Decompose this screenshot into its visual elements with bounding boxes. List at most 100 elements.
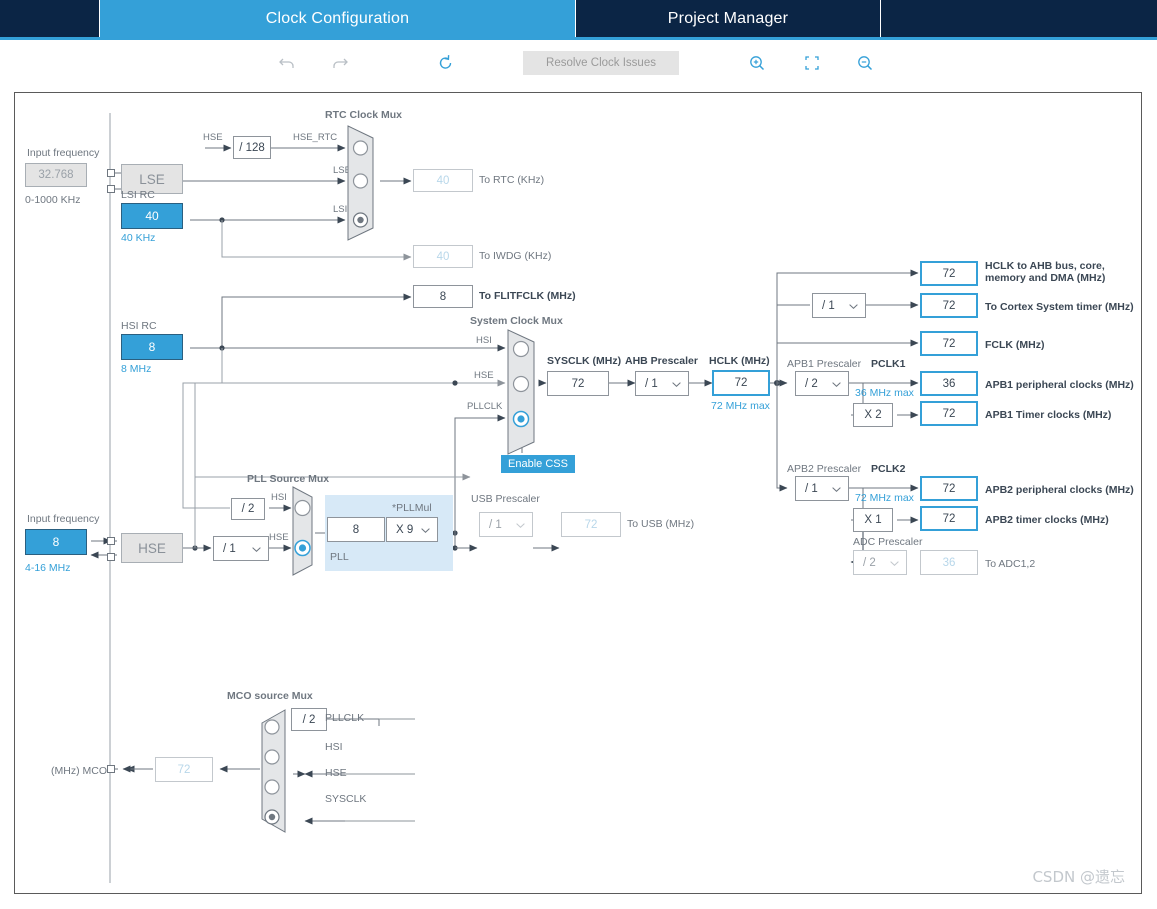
mco-hse-label: HSE <box>325 767 347 779</box>
pll-source-mux-title: PLL Source Mux <box>247 473 330 485</box>
pllmul-select[interactable]: X 9 <box>386 517 438 542</box>
ahb-prescaler-label: AHB Prescaler <box>625 355 698 367</box>
mco-label: (MHz) MCO <box>51 765 107 777</box>
apb1-peripheral-value: 36 <box>920 371 978 396</box>
apb2-peripheral-value: 72 <box>920 476 978 501</box>
hclk-value: 72 <box>712 370 770 396</box>
chevron-down-icon <box>672 381 681 387</box>
hse-input-frequency-label: Input frequency <box>27 513 100 525</box>
to-rtc-label: To RTC (KHz) <box>479 174 545 186</box>
mco-pll-divider: / 2 <box>291 708 327 731</box>
ahb-prescaler-value: / 1 <box>645 377 658 390</box>
sysclk-value: 72 <box>547 371 609 396</box>
sysmux-hsi-label: HSI <box>476 335 492 346</box>
apb2-prescaler-value: / 1 <box>805 482 818 495</box>
pll-input-value: 8 <box>327 517 385 542</box>
zoom-in-icon[interactable] <box>748 54 766 72</box>
lsi-rc-title: LSI RC <box>121 189 155 201</box>
hse-pin-out <box>107 553 115 561</box>
tab-spacer-left <box>0 0 100 37</box>
adc-prescaler-value: / 2 <box>863 556 876 569</box>
chevron-down-icon <box>832 486 841 492</box>
lse-input-frequency-label: Input frequency <box>27 147 100 159</box>
hse-input-frequency-field[interactable]: 8 <box>25 529 87 555</box>
hclk-label: HCLK (MHz) <box>709 355 770 367</box>
lsi-wire-label: LSI <box>333 204 348 215</box>
apb2-timer-multiplier: X 1 <box>853 508 893 532</box>
apb1-prescaler-select[interactable]: / 2 <box>795 371 849 396</box>
mco-source-mux[interactable] <box>258 709 286 833</box>
fit-screen-icon[interactable] <box>803 54 821 72</box>
pclk2-label: PCLK2 <box>871 463 906 475</box>
chevron-down-icon <box>252 546 261 552</box>
lsi-rc-value[interactable]: 40 <box>121 203 183 229</box>
pll-source-mux[interactable] <box>292 486 318 576</box>
apb1-prescaler-label: APB1 Prescaler <box>787 358 862 370</box>
to-usb-value: 72 <box>561 512 621 537</box>
undo-icon[interactable] <box>278 54 296 72</box>
hse-rtc-divider[interactable]: / 128 <box>233 136 271 159</box>
hse-prescaler-value: / 1 <box>223 542 236 555</box>
clock-configuration-screen: Clock Configuration Project Manager Reso… <box>0 0 1157 909</box>
lse-input-frequency-field[interactable]: 32.768 <box>25 163 87 187</box>
hsi-rc-title: HSI RC <box>121 320 157 332</box>
cortex-timer-value: 72 <box>920 293 978 318</box>
mco-source-mux-title: MCO source Mux <box>227 690 313 702</box>
pll-hsi-divider: / 2 <box>231 498 265 520</box>
hse-oscillator[interactable]: HSE <box>121 533 183 563</box>
system-clock-mux[interactable] <box>507 329 543 455</box>
main-tabbar: Clock Configuration Project Manager <box>0 0 1157 37</box>
pll-block-label: PLL <box>330 551 349 563</box>
to-flitfclk-value: 8 <box>413 285 473 308</box>
hse-rtc-wire-label: HSE_RTC <box>293 132 338 143</box>
apb2-peripheral-label: APB2 peripheral clocks (MHz) <box>985 484 1134 496</box>
system-clock-mux-title: System Clock Mux <box>470 315 563 327</box>
pclk1-max-label: 36 MHz max <box>855 387 914 399</box>
mco-hsi-label: HSI <box>325 741 343 753</box>
ahb-prescaler-select[interactable]: / 1 <box>635 371 689 396</box>
resolve-clock-issues-button[interactable]: Resolve Clock Issues <box>523 50 679 75</box>
tab-project-manager[interactable]: Project Manager <box>576 0 881 37</box>
adc-prescaler-select[interactable]: / 2 <box>853 550 907 575</box>
mco-sysclk-label: SYSCLK <box>325 793 367 805</box>
apb2-prescaler-label: APB2 Prescaler <box>787 463 862 475</box>
chevron-down-icon <box>849 303 858 309</box>
to-adc-value: 36 <box>920 550 978 575</box>
apb2-timer-label: APB2 timer clocks (MHz) <box>985 514 1109 526</box>
pllmul-label: *PLLMul <box>392 502 432 514</box>
hse-range-label: 4-16 MHz <box>25 562 71 574</box>
rtc-clock-mux[interactable] <box>347 125 381 241</box>
apb2-prescaler-select[interactable]: / 1 <box>795 476 849 501</box>
apb1-peripheral-label: APB1 peripheral clocks (MHz) <box>985 379 1134 391</box>
hclk-ahb-value: 72 <box>920 261 978 286</box>
lsi-rc-unit: 40 KHz <box>121 232 156 244</box>
watermark: CSDN @遗忘 <box>1032 868 1125 886</box>
sysclk-label: SYSCLK (MHz) <box>547 355 622 367</box>
tab-clock-configuration[interactable]: Clock Configuration <box>100 0 576 37</box>
lse-pin-in <box>107 169 115 177</box>
pclk1-label: PCLK1 <box>871 358 906 370</box>
refresh-icon[interactable] <box>436 53 455 72</box>
enable-css-button[interactable]: Enable CSS <box>501 455 575 473</box>
sysmux-pllclk-label: PLLCLK <box>467 401 503 412</box>
zoom-out-icon[interactable] <box>856 54 874 72</box>
usb-prescaler-select[interactable]: / 1 <box>479 512 533 537</box>
to-iwdg-value: 40 <box>413 245 473 268</box>
sysmux-hse-label: HSE <box>474 370 494 381</box>
apb1-timer-label: APB1 Timer clocks (MHz) <box>985 409 1112 421</box>
to-rtc-value: 40 <box>413 169 473 192</box>
mco-value: 72 <box>155 757 213 782</box>
chevron-down-icon <box>516 522 525 528</box>
cortex-timer-prescaler-select[interactable]: / 1 <box>812 293 866 318</box>
clock-toolbar: Resolve Clock Issues <box>0 40 1157 85</box>
rtc-clock-mux-title: RTC Clock Mux <box>325 109 403 121</box>
usb-prescaler-label: USB Prescaler <box>471 493 540 505</box>
chevron-down-icon <box>890 560 899 566</box>
redo-icon[interactable] <box>331 54 349 72</box>
hse-prescaler-select[interactable]: / 1 <box>213 536 269 561</box>
clock-tree-canvas: Input frequency 32.768 0-1000 KHz LSE LS… <box>14 92 1142 894</box>
fclk-value: 72 <box>920 331 978 356</box>
usb-prescaler-value: / 1 <box>489 518 502 531</box>
pclk2-max-label: 72 MHz max <box>855 492 914 504</box>
hsi-rc-value[interactable]: 8 <box>121 334 183 360</box>
